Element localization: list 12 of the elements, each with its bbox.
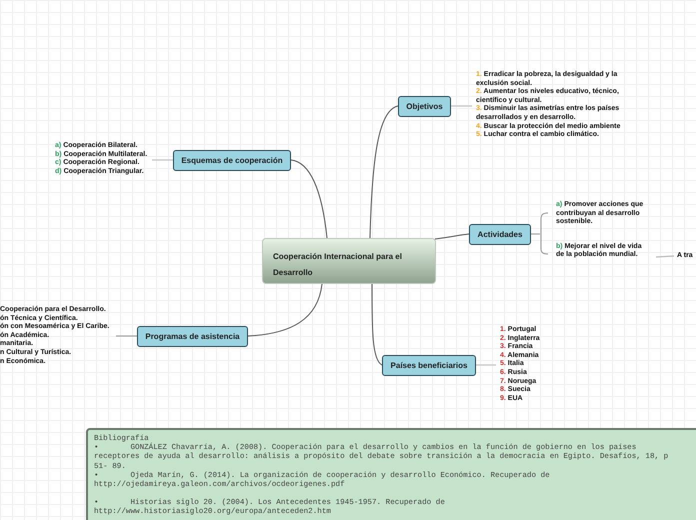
connector-line bbox=[152, 159, 173, 161]
topic-node[interactable]: Países beneficiarios bbox=[382, 355, 476, 376]
connector-line bbox=[434, 234, 470, 240]
connector-line bbox=[656, 254, 674, 258]
central-topic[interactable]: Cooperación Internacional para el Desarrollo bbox=[262, 238, 436, 284]
topic-node[interactable]: Actividades bbox=[469, 224, 531, 245]
connector-line bbox=[451, 105, 472, 107]
topic-node[interactable]: Objetivos bbox=[398, 96, 451, 117]
bracket-line bbox=[530, 212, 548, 254]
topic-node[interactable]: Programas de asistencia bbox=[137, 326, 248, 347]
topic-node[interactable]: Esquemas de cooperación bbox=[173, 150, 291, 171]
connector-line bbox=[476, 364, 496, 366]
